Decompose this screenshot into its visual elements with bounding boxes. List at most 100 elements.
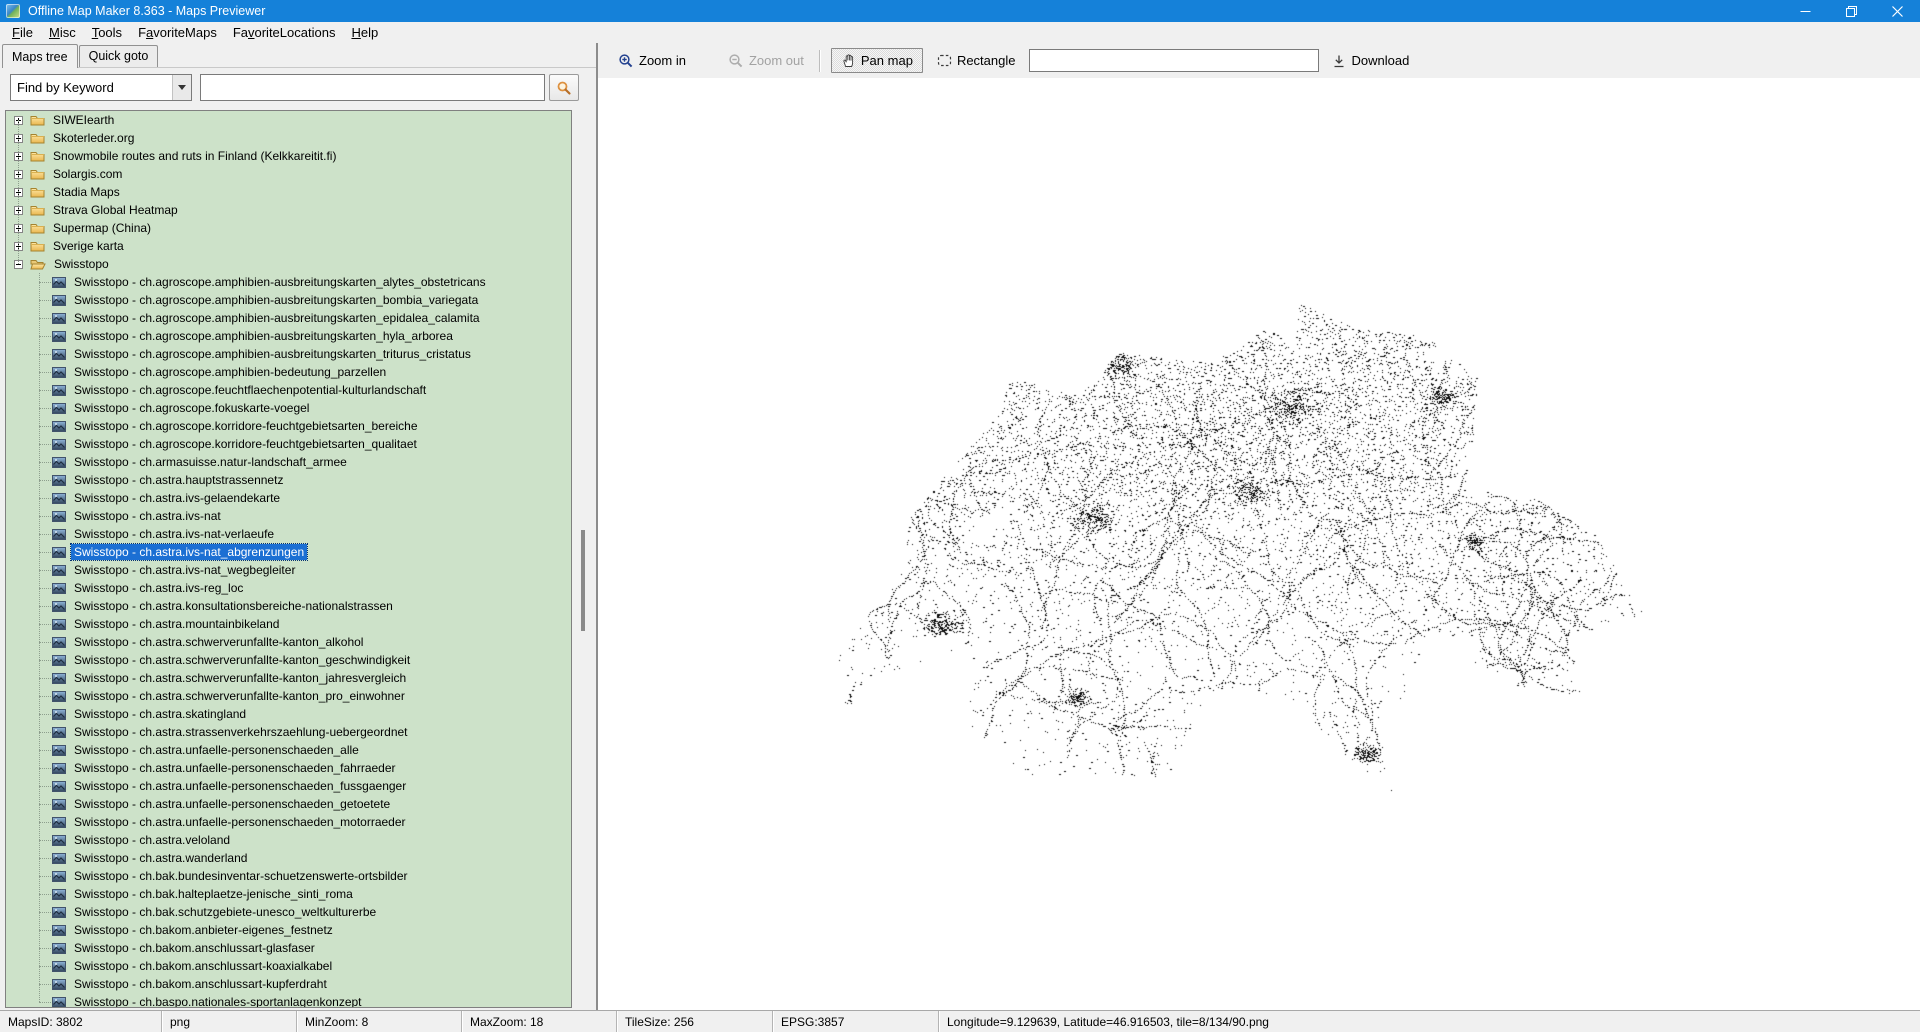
tree-scrollbar[interactable] — [572, 110, 594, 1008]
restore-button[interactable] — [1828, 0, 1874, 22]
menu-item-favoritelocations[interactable]: FavoriteLocations — [225, 23, 344, 42]
tree-item[interactable]: Swisstopo - ch.astra.ivs-gelaendekarte — [6, 489, 571, 507]
tree-item[interactable]: Swisstopo - ch.agroscope.amphibien-ausbr… — [6, 327, 571, 345]
tree-item[interactable]: Swisstopo - ch.baspo.nationales-sportanl… — [6, 993, 571, 1008]
tree-item[interactable]: Swisstopo - ch.astra.strassenverkehrszae… — [6, 723, 571, 741]
tree-item-label[interactable]: Swisstopo - ch.astra.veloland — [71, 832, 233, 848]
tree-item[interactable]: Swisstopo - ch.astra.unfaelle-personensc… — [6, 777, 571, 795]
rectangle-button[interactable]: Rectangle — [931, 49, 1022, 72]
zoom-in-button[interactable]: Zoom in — [618, 53, 686, 69]
title-bar[interactable]: Offline Map Maker 8.363 - Maps Previewer — [0, 0, 1920, 22]
close-button[interactable] — [1874, 0, 1920, 22]
search-input[interactable] — [200, 74, 545, 101]
tree-item[interactable]: Swisstopo - ch.armasuisse.natur-landscha… — [6, 453, 571, 471]
tree-item[interactable]: Swisstopo - ch.astra.unfaelle-personensc… — [6, 741, 571, 759]
tree-item[interactable]: Stadia Maps — [6, 183, 571, 201]
tree-item-label[interactable]: Swisstopo - ch.astra.hauptstrassennetz — [71, 472, 286, 488]
tree-item-label[interactable]: Swisstopo - ch.astra.schwerverunfallte-k… — [71, 634, 366, 650]
tree-item-label[interactable]: Swisstopo - ch.bak.schutzgebiete-unesco_… — [71, 904, 379, 920]
tree-item-label[interactable]: Swisstopo — [51, 256, 112, 272]
tree-item[interactable]: Skoterleder.org — [6, 129, 571, 147]
tree-item-label[interactable]: Swisstopo - ch.agroscope.korridore-feuch… — [71, 436, 420, 452]
tree-item-label[interactable]: Swisstopo - ch.agroscope.korridore-feuch… — [71, 418, 421, 434]
tree-item[interactable]: Swisstopo - ch.astra.schwerverunfallte-k… — [6, 669, 571, 687]
tree-item[interactable]: Swisstopo - ch.agroscope.amphibien-ausbr… — [6, 345, 571, 363]
tree-item[interactable]: Swisstopo - ch.agroscope.fokuskarte-voeg… — [6, 399, 571, 417]
tree-item-label[interactable]: Swisstopo - ch.astra.ivs-nat_abgrenzunge… — [71, 544, 307, 560]
maps-tree[interactable]: SIWEIearth Skoterleder.org Snowmobile rout… — [5, 110, 572, 1008]
tree-item[interactable]: Swisstopo - ch.astra.ivs-reg_loc — [6, 579, 571, 597]
tree-item-label[interactable]: SIWEIearth — [50, 112, 117, 128]
tree-item[interactable]: Swisstopo - ch.astra.schwerverunfallte-k… — [6, 633, 571, 651]
tree-item-label[interactable]: Swisstopo - ch.agroscope.amphibien-ausbr… — [71, 274, 489, 290]
tree-item-label[interactable]: Stadia Maps — [50, 184, 123, 200]
tree-item-label[interactable]: Swisstopo - ch.astra.konsultationsbereic… — [71, 598, 396, 614]
tree-item-label[interactable]: Swisstopo - ch.astra.unfaelle-personensc… — [71, 742, 362, 758]
tree-item[interactable]: Swisstopo - ch.agroscope.amphibien-ausbr… — [6, 273, 571, 291]
tree-item-label[interactable]: Supermap (China) — [50, 220, 154, 236]
minimize-button[interactable] — [1782, 0, 1828, 22]
map-canvas[interactable] — [598, 78, 1920, 1010]
tree-item[interactable]: Swisstopo - ch.bakom.anbieter-eigenes_fe… — [6, 921, 571, 939]
tree-item[interactable]: Swisstopo - ch.agroscope.amphibien-ausbr… — [6, 309, 571, 327]
tree-item[interactable]: Swisstopo — [6, 255, 571, 273]
search-button[interactable] — [549, 74, 579, 101]
chevron-down-icon[interactable] — [172, 75, 191, 100]
tree-item[interactable]: Swisstopo - ch.astra.unfaelle-personensc… — [6, 795, 571, 813]
tab-quick-goto[interactable]: Quick goto — [79, 45, 159, 67]
tree-item-label[interactable]: Swisstopo - ch.astra.ivs-reg_loc — [71, 580, 246, 596]
tree-item-label[interactable]: Swisstopo - ch.bakom.anschlussart-koaxia… — [71, 958, 335, 974]
tree-item[interactable]: Swisstopo - ch.astra.wanderland — [6, 849, 571, 867]
toolbar-input[interactable] — [1029, 49, 1319, 72]
tree-item-label[interactable]: Swisstopo - ch.agroscope.fokuskarte-voeg… — [71, 400, 312, 416]
tree-item-label[interactable]: Solargis.com — [50, 166, 125, 182]
tree-item[interactable]: Swisstopo - ch.agroscope.korridore-feuch… — [6, 417, 571, 435]
tree-item-label[interactable]: Swisstopo - ch.astra.ivs-nat_wegbegleite… — [71, 562, 298, 578]
tree-scrollbar-thumb[interactable] — [581, 530, 585, 631]
tree-item-label[interactable]: Swisstopo - ch.bakom.anbieter-eigenes_fe… — [71, 922, 336, 938]
tree-item[interactable]: Supermap (China) — [6, 219, 571, 237]
tree-item-label[interactable]: Swisstopo - ch.astra.schwerverunfallte-k… — [71, 688, 408, 704]
tree-item[interactable]: Swisstopo - ch.agroscope.korridore-feuch… — [6, 435, 571, 453]
tree-item[interactable]: Swisstopo - ch.astra.unfaelle-personensc… — [6, 759, 571, 777]
download-button[interactable]: Download — [1326, 49, 1415, 72]
tree-item-label[interactable]: Swisstopo - ch.astra.unfaelle-personensc… — [71, 760, 399, 776]
tree-item-label[interactable]: Swisstopo - ch.bak.halteplaetze-jenische… — [71, 886, 356, 902]
tree-item-label[interactable]: Swisstopo - ch.bakom.anschlussart-glasfa… — [71, 940, 318, 956]
tree-item[interactable]: Swisstopo - ch.astra.hauptstrassennetz — [6, 471, 571, 489]
tree-item-label[interactable]: Swisstopo - ch.baspo.nationales-sportanl… — [71, 994, 365, 1008]
map-preview-area[interactable] — [598, 78, 1920, 1010]
tree-item[interactable]: Swisstopo - ch.astra.ivs-nat — [6, 507, 571, 525]
tree-item-label[interactable]: Swisstopo - ch.bakom.anschlussart-kupfer… — [71, 976, 330, 992]
tree-item[interactable]: Swisstopo - ch.astra.skatingland — [6, 705, 571, 723]
tree-item[interactable]: Swisstopo - ch.astra.veloland — [6, 831, 571, 849]
tree-item-label[interactable]: Strava Global Heatmap — [50, 202, 181, 218]
tree-item[interactable]: Solargis.com — [6, 165, 571, 183]
tree-item[interactable]: Swisstopo - ch.agroscope.feuchtflaechenp… — [6, 381, 571, 399]
tree-item[interactable]: Swisstopo - ch.bakom.anschlussart-kupfer… — [6, 975, 571, 993]
tree-item-label[interactable]: Snowmobile routes and ruts in Finland (K… — [50, 148, 339, 164]
tree-item-label[interactable]: Swisstopo - ch.astra.unfaelle-personensc… — [71, 796, 393, 812]
tree-item-label[interactable]: Swisstopo - ch.agroscope.amphibien-bedeu… — [71, 364, 389, 380]
tree-item[interactable]: Swisstopo - ch.bakom.anschlussart-koaxia… — [6, 957, 571, 975]
tree-item[interactable]: Swisstopo - ch.astra.mountainbikeland — [6, 615, 571, 633]
tree-item-label[interactable]: Swisstopo - ch.astra.skatingland — [71, 706, 249, 722]
tree-item[interactable]: Swisstopo - ch.bak.bundesinventar-schuet… — [6, 867, 571, 885]
tree-item[interactable]: Swisstopo - ch.astra.ivs-nat_wegbegleite… — [6, 561, 571, 579]
tree-item-label[interactable]: Swisstopo - ch.agroscope.amphibien-ausbr… — [71, 328, 456, 344]
tree-item-label[interactable]: Skoterleder.org — [50, 130, 137, 146]
tree-item[interactable]: Swisstopo - ch.agroscope.amphibien-ausbr… — [6, 291, 571, 309]
zoom-out-button[interactable]: Zoom out — [728, 53, 804, 69]
tree-item-label[interactable]: Swisstopo - ch.armasuisse.natur-landscha… — [71, 454, 350, 470]
tree-item-label[interactable]: Swisstopo - ch.agroscope.amphibien-ausbr… — [71, 292, 481, 308]
tree-item-label[interactable]: Swisstopo - ch.astra.mountainbikeland — [71, 616, 282, 632]
tree-item[interactable]: Snowmobile routes and ruts in Finland (K… — [6, 147, 571, 165]
tree-item-label[interactable]: Swisstopo - ch.astra.unfaelle-personensc… — [71, 778, 409, 794]
tree-item[interactable]: Sverige karta — [6, 237, 571, 255]
menu-item-favoritemaps[interactable]: FavoriteMaps — [130, 23, 225, 42]
pan-map-button[interactable]: Pan map — [831, 48, 923, 73]
tree-item-label[interactable]: Swisstopo - ch.agroscope.amphibien-ausbr… — [71, 310, 483, 326]
tree-item-label[interactable]: Swisstopo - ch.astra.unfaelle-personensc… — [71, 814, 409, 830]
tree-item-label[interactable]: Sverige karta — [50, 238, 127, 254]
menu-item-file[interactable]: File — [4, 23, 41, 42]
